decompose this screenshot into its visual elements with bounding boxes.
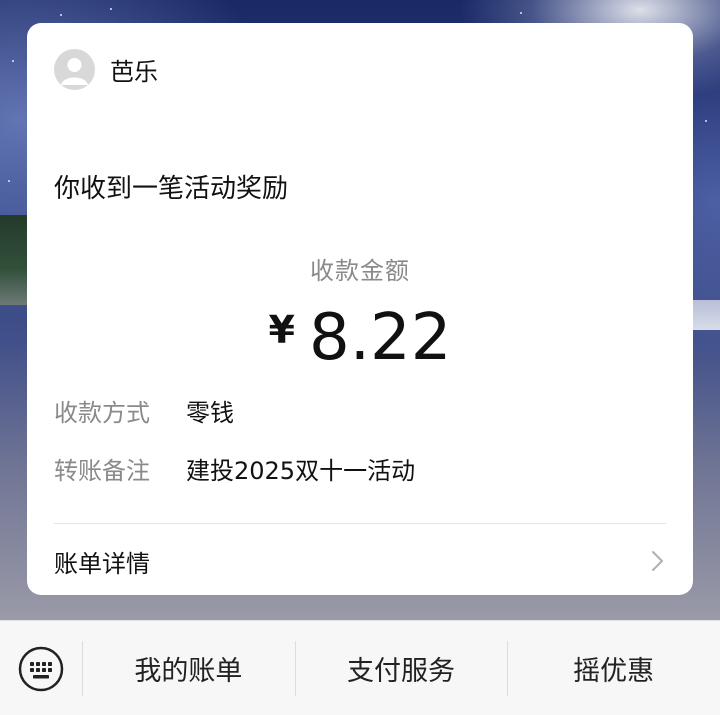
bill-details-label: 账单详情 [54, 549, 150, 578]
keyboard-toggle-button[interactable] [0, 621, 82, 715]
menu-item-label: 我的账单 [134, 656, 243, 687]
detail-row-transfer-note: 转账备注 建投2025双十一活动 [54, 451, 415, 486]
sender-header[interactable]: 芭乐 [54, 49, 158, 90]
menu-item-my-bills[interactable]: 我的账单 [82, 621, 295, 715]
star [8, 180, 10, 182]
detail-key: 收款方式 [54, 399, 150, 427]
bill-details-link[interactable]: 账单详情 [54, 543, 666, 579]
amount-label: 收款金额 [310, 257, 410, 285]
divider [54, 523, 666, 524]
amount-value: 8.22 [308, 301, 452, 375]
star [60, 14, 62, 16]
sender-name: 芭乐 [110, 58, 158, 86]
detail-key: 转账备注 [54, 457, 150, 485]
default-avatar-icon[interactable] [54, 49, 95, 90]
star [705, 120, 707, 122]
detail-value: 建投2025双十一活动 [186, 457, 416, 485]
wallpaper-trees [0, 215, 30, 305]
detail-value: 零钱 [186, 399, 234, 427]
currency-symbol: ¥ [268, 308, 295, 352]
amount-display: ¥8.22 [27, 301, 693, 375]
wallpaper-lake [690, 300, 720, 330]
menu-item-label: 支付服务 [347, 656, 455, 687]
star [12, 60, 14, 62]
bottom-menu-bar: 我的账单 支付服务 摇优惠 [0, 620, 720, 715]
menu-item-shake-offers[interactable]: 摇优惠 [507, 621, 720, 715]
transfer-card: 芭乐 你收到一笔活动奖励 收款金额 ¥8.22 收款方式 零钱 转账备注 建投2… [27, 23, 693, 595]
star [110, 8, 112, 10]
menu-item-label: 摇优惠 [573, 656, 655, 687]
chevron-right-icon [652, 551, 663, 571]
star [520, 12, 522, 14]
detail-row-payment-method: 收款方式 零钱 [54, 393, 234, 428]
notification-message: 你收到一笔活动奖励 [54, 174, 289, 204]
keyboard-icon [18, 646, 64, 691]
menu-item-payment-services[interactable]: 支付服务 [294, 621, 508, 715]
payment-notification-screen: 芭乐 你收到一笔活动奖励 收款金额 ¥8.22 收款方式 零钱 转账备注 建投2… [0, 0, 720, 715]
